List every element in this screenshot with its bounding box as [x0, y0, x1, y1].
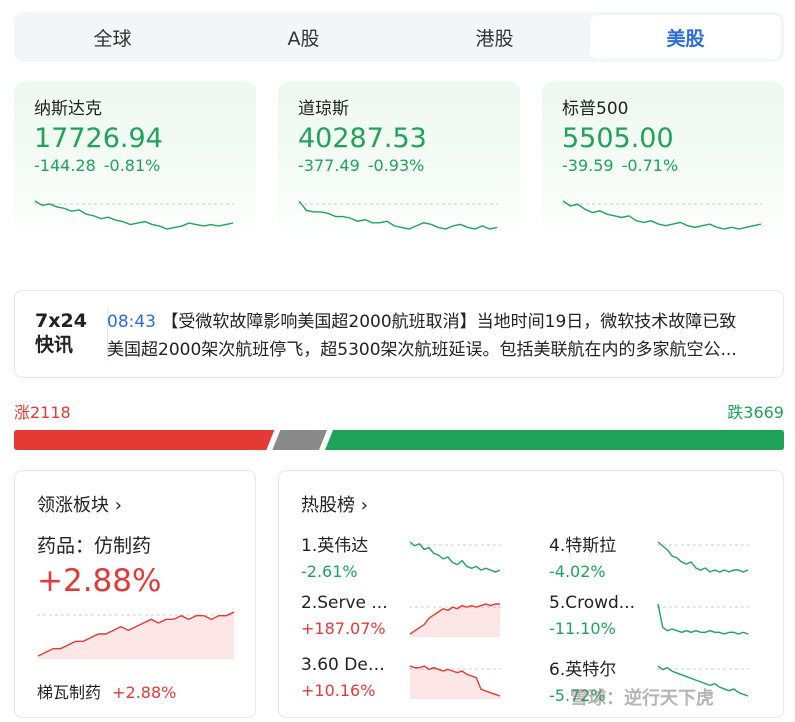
index-card-nasdaq[interactable]: 纳斯达克 17726.94 -144.28 -0.81%: [14, 82, 256, 242]
tab-global[interactable]: 全球: [17, 15, 208, 59]
advancers-bar-segment: [14, 430, 275, 450]
stock-sparkline: [409, 541, 501, 573]
index-sparkline: [34, 200, 234, 230]
hot-stock-item[interactable]: 3.60 Deg... +10.16%: [301, 655, 531, 715]
stock-sparkline: [409, 665, 501, 699]
unchanged-bar-segment: [272, 430, 328, 450]
advancers-count: 涨2118: [14, 403, 71, 422]
index-change: -377.49 -0.93%: [298, 156, 425, 175]
news-flash-logo: 7x24 快讯: [35, 310, 87, 356]
sparkline-line: [657, 603, 749, 635]
hot-stocks-card[interactable]: 热股榜 › 1.英伟达 -2.61% 4.特斯拉 -4.02% 2.Serve …: [278, 470, 784, 718]
stock-name: 6.英特尔: [549, 660, 617, 680]
sector-top-stock: 梯瓦制药 +2.88%: [37, 683, 177, 702]
index-name: 纳斯达克: [34, 99, 102, 119]
stock-sparkline: [409, 603, 501, 637]
sparkline-line: [562, 200, 762, 230]
index-sparkline: [298, 200, 498, 230]
news-time: 08:43: [107, 312, 156, 332]
sector-change: +2.88%: [37, 563, 162, 599]
hot-stock-item[interactable]: 5.Crowd... -11.10%: [549, 593, 779, 653]
advance-decline-bar: [14, 430, 784, 450]
sparkline-area: [410, 666, 500, 699]
leading-sector-title[interactable]: 领涨板块 ›: [37, 491, 122, 517]
sparkline-area: [410, 604, 500, 637]
index-name: 道琼斯: [298, 99, 349, 119]
decliners-count: 跌3669: [727, 403, 784, 422]
index-card-sp500[interactable]: 标普500 5505.00 -39.59 -0.71%: [542, 82, 784, 242]
stock-name: 2.Serve ...: [301, 593, 388, 613]
tab-a-shares[interactable]: A股: [208, 15, 399, 59]
stock-name: 4.特斯拉: [549, 536, 617, 556]
sparkline-line: [657, 541, 749, 573]
index-price: 5505.00: [562, 123, 674, 154]
sparkline-line: [409, 541, 501, 573]
news-body: 美国超2000架次航班停飞，超5300架次航班延误。包括美联航在内的多家航空公.…: [107, 340, 737, 360]
index-change: -39.59 -0.71%: [562, 156, 679, 175]
tab-us-stocks[interactable]: 美股: [590, 15, 781, 59]
sparkline-area: [38, 612, 234, 659]
chevron-right-icon: ›: [114, 495, 122, 516]
watermark: 雪球：逆行天下虎: [570, 688, 714, 709]
index-sparkline: [562, 200, 762, 230]
market-tabs: 全球 A股 港股 美股: [14, 12, 784, 62]
news-flash[interactable]: 7x24 快讯 08:43 【受微软故障影响美国超2000航班取消】当地时间19…: [14, 290, 784, 378]
stock-name: 1.英伟达: [301, 536, 369, 556]
sector-name: 药品：仿制药: [37, 535, 152, 557]
leading-sector-card[interactable]: 领涨板块 › 药品：仿制药 +2.88% 梯瓦制药 +2.88%: [14, 470, 256, 718]
index-name: 标普500: [562, 99, 629, 119]
sector-sparkline: [37, 611, 235, 659]
hot-stock-item[interactable]: 4.特斯拉 -4.02%: [549, 531, 779, 591]
stock-sparkline: [657, 541, 749, 573]
hot-stock-item[interactable]: 1.英伟达 -2.61%: [301, 531, 531, 591]
index-card-dow[interactable]: 道琼斯 40287.53 -377.49 -0.93%: [278, 82, 520, 242]
index-price: 17726.94: [34, 123, 163, 154]
index-change: -144.28 -0.81%: [34, 156, 161, 175]
sparkline-line: [34, 200, 234, 230]
sparkline-line: [298, 200, 498, 230]
stock-name: 3.60 Deg...: [301, 655, 391, 675]
tab-hk-stocks[interactable]: 港股: [399, 15, 590, 59]
news-text: 08:43 【受微软故障影响美国超2000航班取消】当地时间19日，微软技术故障…: [107, 308, 767, 364]
decliners-bar-segment: [325, 430, 784, 450]
stock-sparkline: [657, 603, 749, 635]
hot-stocks-title[interactable]: 热股榜 ›: [301, 491, 368, 517]
chevron-right-icon: ›: [360, 495, 368, 516]
index-price: 40287.53: [298, 123, 427, 154]
news-headline: 【受微软故障影响美国超2000航班取消】当地时间19日，微软技术故障已致: [161, 312, 737, 332]
hot-stock-item[interactable]: 2.Serve ... +187.07%: [301, 593, 531, 653]
stock-name: 5.Crowd...: [549, 593, 636, 613]
